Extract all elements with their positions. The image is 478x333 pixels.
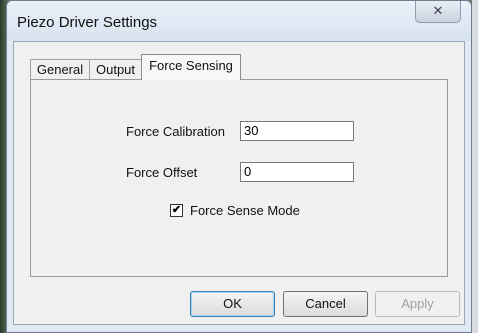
apply-button[interactable]: Apply <box>375 291 460 317</box>
tab-force-sensing[interactable]: Force Sensing <box>141 54 241 80</box>
tab-general[interactable]: General <box>30 59 90 80</box>
ok-button[interactable]: OK <box>190 291 275 317</box>
settings-dialog: Piezo Driver Settings ✕ General Output F… <box>6 0 472 333</box>
force-calibration-field[interactable]: 30 <box>240 121 354 141</box>
force-calibration-label: Force Calibration <box>126 124 225 139</box>
force-sense-mode-checkbox[interactable]: ✔ <box>170 204 183 217</box>
dialog-client-area: General Output Force Sensing Force Calib… <box>13 41 465 325</box>
force-sensing-panel: Force Calibration 30 Force Offset 0 ✔ Fo… <box>30 79 448 277</box>
force-offset-label: Force Offset <box>126 165 198 180</box>
force-offset-field[interactable]: 0 <box>240 162 354 182</box>
close-icon: ✕ <box>432 3 444 18</box>
force-sense-mode-label: Force Sense Mode <box>190 203 300 218</box>
title-bar[interactable]: Piezo Driver Settings ✕ <box>7 1 471 41</box>
desktop-background-right <box>472 0 478 333</box>
window-title: Piezo Driver Settings <box>17 14 158 31</box>
tab-output[interactable]: Output <box>89 59 142 80</box>
cancel-button[interactable]: Cancel <box>283 291 368 317</box>
close-button[interactable]: ✕ <box>415 1 461 23</box>
